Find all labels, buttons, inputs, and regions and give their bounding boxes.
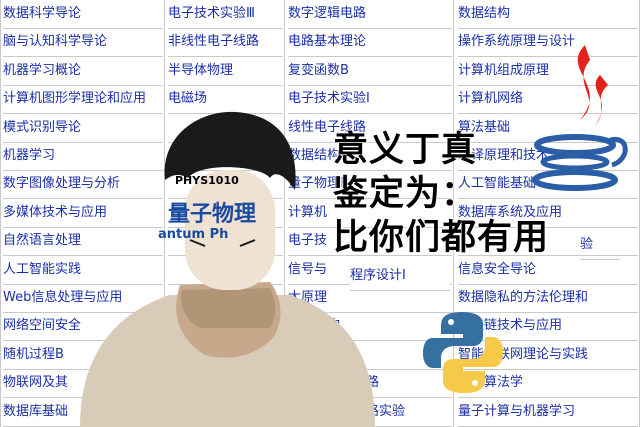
meme-line-2: 鉴定为： xyxy=(333,174,478,214)
course-link[interactable]: 量子计算与机器学习 xyxy=(458,398,638,427)
course-link-fragment[interactable]: 验 xyxy=(580,231,620,260)
course-link[interactable]: 电路基本理论 xyxy=(288,28,452,58)
course-link[interactable]: 数据结构 xyxy=(458,0,638,29)
course-link[interactable]: 电子技术实验Ⅲ xyxy=(168,0,283,29)
course-code-badge: PHYS1010 xyxy=(175,174,239,187)
course-link[interactable]: 数据隐私的方法伦理和 xyxy=(458,284,638,313)
course-link[interactable]: 数据科学导论 xyxy=(3,0,163,29)
course-title-zh: 量子物理 xyxy=(168,202,257,227)
course-link[interactable]: 非线性电子线路 xyxy=(168,28,283,58)
meme-line-3: 比你们都有用 xyxy=(333,218,550,258)
python-logo-icon xyxy=(423,312,503,393)
course-title-en: antum Ph xyxy=(158,227,229,242)
course-link[interactable]: 复变函数B xyxy=(288,57,452,86)
meme-caption: 意义丁真 鉴定为： 比你们都有用 xyxy=(333,128,549,260)
course-link[interactable]: 脑与认知科学导论 xyxy=(3,28,163,58)
meme-line-1: 意义丁真 xyxy=(333,130,478,170)
course-link[interactable]: 机器学习概论 xyxy=(3,57,163,86)
course-link[interactable]: 数字逻辑电路 xyxy=(288,0,452,29)
course-link[interactable]: 半导体物理 xyxy=(168,57,283,86)
